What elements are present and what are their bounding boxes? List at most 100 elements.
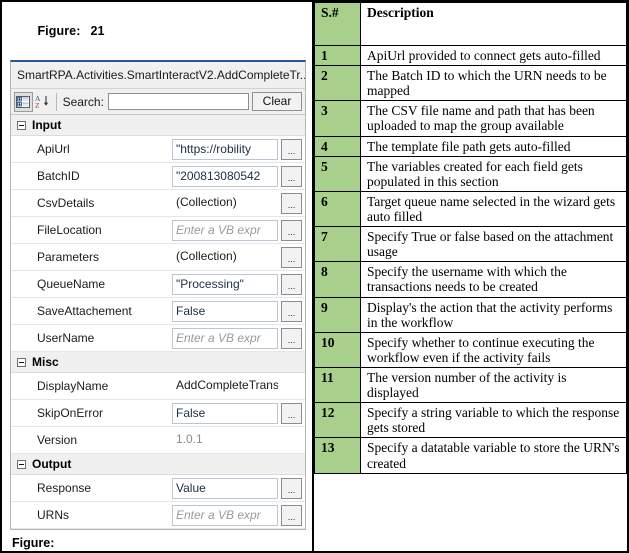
property-value-filelocation[interactable]: Enter a VB expr: [172, 219, 278, 241]
ellipsis-button-apiurl[interactable]: ...: [281, 138, 302, 160]
table-row: 13 Specify a datatable variable to store …: [314, 437, 627, 474]
row-description: The Batch ID to which the URN needs to b…: [360, 65, 627, 102]
row-description: The version number of the activity is di…: [360, 366, 627, 404]
ellipsis-button-skiponerror[interactable]: ...: [281, 402, 302, 424]
collapse-expander-icon[interactable]: [17, 357, 26, 367]
row-serial-number: 1: [314, 44, 361, 67]
property-name-response: Response: [37, 481, 92, 495]
property-category-misc[interactable]: Misc: [11, 352, 305, 373]
collapse-expander-icon[interactable]: [17, 459, 26, 469]
ellipsis-button-batchid[interactable]: ...: [281, 165, 302, 187]
table-row: 2 The Batch ID to which the URN needs to …: [314, 65, 627, 102]
search-input[interactable]: [107, 93, 250, 110]
table-row: 5 The variables created for each field ge…: [314, 155, 627, 192]
property-name-queuename: QueueName: [37, 277, 106, 291]
property-value-cell: Value...: [172, 475, 305, 501]
property-value-saveattachement[interactable]: False: [172, 300, 278, 322]
property-value-cell: Enter a VB expr...: [172, 502, 305, 528]
clear-button[interactable]: Clear: [252, 92, 303, 111]
property-value-csvdetails[interactable]: (Collection): [172, 192, 278, 214]
property-value-cell: 1.0.1: [172, 427, 305, 453]
description-table-body: 1 ApiUrl provided to connect gets auto-fi…: [314, 44, 627, 474]
table-row: 8 Specify the username with which the tra…: [314, 261, 627, 298]
row-serial-number: 7: [314, 226, 361, 263]
property-row[interactable]: QueueName "Processing"...: [11, 271, 305, 298]
column-header-sn: S.#: [314, 2, 361, 46]
row-serial-number: 13: [314, 437, 361, 474]
figure-caption-bottom: Figure:: [12, 536, 55, 550]
table-header-row: S.# Description: [314, 2, 627, 46]
property-value-urns[interactable]: Enter a VB expr: [172, 504, 278, 526]
property-value-username[interactable]: Enter a VB expr: [172, 327, 278, 349]
property-value-displayname[interactable]: AddCompleteTransa: [172, 375, 278, 397]
ellipsis-button-saveattachement[interactable]: ...: [281, 300, 302, 322]
alphabetical-sort-icon[interactable]: A Z: [33, 92, 52, 112]
categorized-view-icon[interactable]: [14, 91, 33, 112]
property-value-cell: False...: [172, 400, 305, 426]
property-value-queuename[interactable]: "Processing": [172, 273, 278, 295]
property-value-response[interactable]: Value: [172, 477, 278, 499]
row-description: Specify a string variable to which the r…: [360, 402, 627, 439]
search-label: Search:: [62, 94, 104, 109]
property-name-skiponerror: SkipOnError: [37, 406, 104, 420]
ellipsis-button-csvdetails[interactable]: ...: [281, 192, 302, 214]
property-value-cell: (Collection)...: [172, 244, 305, 270]
property-value-cell: Enter a VB expr...: [172, 325, 305, 351]
property-row[interactable]: ApiUrl "https://robility...: [11, 136, 305, 163]
property-row[interactable]: Response Value...: [11, 475, 305, 502]
properties-rows-container: Input ApiUrl "https://robility... BatchID "2…: [11, 115, 305, 529]
property-value-version: 1.0.1: [172, 429, 278, 451]
property-name-username: UserName: [37, 331, 95, 345]
row-description: Specify whether to continue executing th…: [360, 331, 627, 368]
property-row[interactable]: Version 1.0.1: [11, 427, 305, 454]
property-row[interactable]: BatchID "200813080542...: [11, 163, 305, 190]
table-row: 6 Target queue name selected in the wizar…: [314, 190, 627, 228]
property-name-csvdetails: CsvDetails: [37, 196, 95, 210]
property-name-saveattachement: SaveAttachement: [37, 304, 132, 318]
property-row[interactable]: DisplayName AddCompleteTransa: [11, 373, 305, 400]
property-category-output[interactable]: Output: [11, 454, 305, 475]
table-row: 12 Specify a string variable to which the…: [314, 402, 627, 439]
property-value-cell: "Processing"...: [172, 271, 305, 297]
ellipsis-button-queuename[interactable]: ...: [281, 273, 302, 295]
figure-page: Figure: 21 SmartRPA.Activities.SmartInter…: [0, 0, 629, 553]
property-name-filelocation: FileLocation: [37, 223, 102, 237]
property-row[interactable]: SaveAttachement False...: [11, 298, 305, 325]
property-name-apiurl: ApiUrl: [37, 142, 70, 156]
left-panel: Figure: 21 SmartRPA.Activities.SmartInter…: [2, 2, 314, 551]
row-description: Specify True or false based on the attac…: [360, 226, 627, 263]
property-value-cell: Enter a VB expr...: [172, 217, 305, 243]
row-serial-number: 6: [314, 190, 361, 228]
toolbar-separator: [55, 92, 57, 111]
property-category-label: Misc: [32, 355, 59, 369]
property-value-cell: "https://robility...: [172, 136, 305, 162]
property-value-parameters[interactable]: (Collection): [172, 246, 278, 268]
property-value-cell: False...: [172, 298, 305, 324]
row-serial-number: 10: [314, 331, 361, 368]
ellipsis-button-username[interactable]: ...: [281, 327, 302, 349]
figure-caption-top: Figure: 21: [2, 2, 312, 60]
property-category-input[interactable]: Input: [11, 115, 305, 136]
property-row[interactable]: Parameters (Collection)...: [11, 244, 305, 271]
property-value-batchid[interactable]: "200813080542: [172, 165, 278, 187]
description-table-head: S.# Description: [314, 2, 627, 46]
property-row[interactable]: SkipOnError False...: [11, 400, 305, 427]
collapse-expander-icon[interactable]: [17, 120, 26, 130]
property-value-apiurl[interactable]: "https://robility: [172, 138, 278, 160]
property-name-version: Version: [37, 433, 78, 447]
property-row[interactable]: UserName Enter a VB expr...: [11, 325, 305, 352]
property-row[interactable]: URNs Enter a VB expr...: [11, 502, 305, 529]
row-description: Display's the action that the activity p…: [360, 296, 627, 333]
ellipsis-button-parameters[interactable]: ...: [281, 246, 302, 268]
property-row[interactable]: FileLocation Enter a VB expr...: [11, 217, 305, 244]
row-serial-number: 4: [314, 135, 361, 157]
properties-toolbar: A Z Search: Clear: [11, 89, 305, 115]
row-serial-number: 8: [314, 261, 361, 298]
property-row[interactable]: CsvDetails (Collection)...: [11, 190, 305, 217]
table-row: 9 Display's the action that the activity …: [314, 296, 627, 333]
ellipsis-button-urns[interactable]: ...: [281, 504, 302, 526]
ellipsis-button-filelocation[interactable]: ...: [281, 219, 302, 241]
ellipsis-button-response[interactable]: ...: [281, 477, 302, 499]
property-value-skiponerror[interactable]: False: [172, 402, 278, 424]
property-name-parameters: Parameters: [37, 250, 100, 264]
